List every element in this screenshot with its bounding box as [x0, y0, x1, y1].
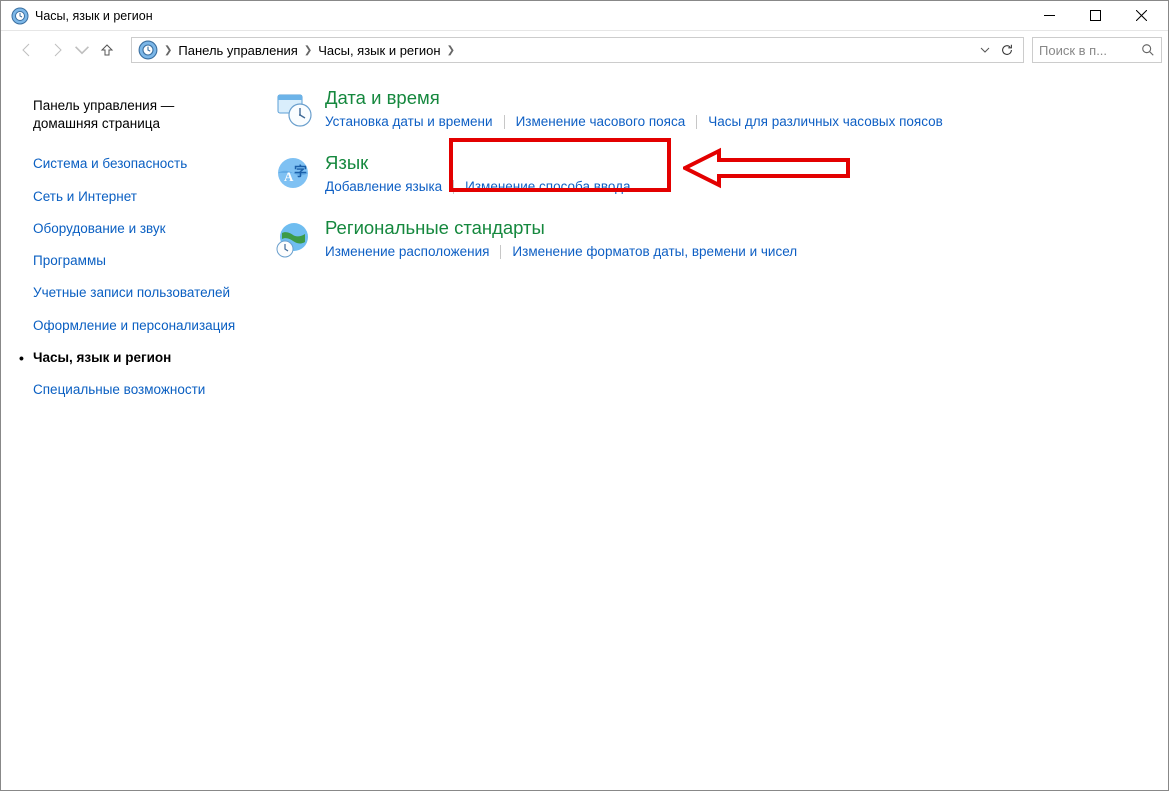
back-button[interactable] [13, 36, 41, 64]
window-title: Часы, язык и регион [35, 9, 153, 23]
chevron-right-icon[interactable]: ❯ [164, 45, 172, 56]
minimize-button[interactable] [1026, 1, 1072, 31]
chevron-right-icon[interactable]: ❯ [304, 45, 312, 56]
address-icon [138, 40, 158, 60]
up-button[interactable] [93, 36, 121, 64]
search-box[interactable] [1032, 37, 1162, 63]
category-date-time: Дата и время Установка даты и времени Из… [273, 87, 1148, 130]
title-bar: Часы, язык и регион [1, 1, 1168, 31]
sidebar-item-accessibility[interactable]: Специальные возможности [33, 381, 241, 399]
category-title-date-time[interactable]: Дата и время [325, 87, 943, 109]
chevron-right-icon[interactable]: ❯ [447, 45, 455, 56]
close-button[interactable] [1118, 1, 1164, 31]
navigation-bar: ❯ Панель управления ❯ Часы, язык и регио… [1, 31, 1168, 69]
maximize-button[interactable] [1072, 1, 1118, 31]
sidebar-home[interactable]: Панель управления — домашняя страница [33, 97, 241, 133]
link-change-formats[interactable]: Изменение форматов даты, времени и чисел [512, 243, 797, 260]
link-set-date-time[interactable]: Установка даты и времени [325, 113, 493, 130]
divider [500, 245, 501, 259]
globe-language-icon: A 字 [273, 154, 313, 194]
sidebar-item-network[interactable]: Сеть и Интернет [33, 188, 241, 206]
search-input[interactable] [1039, 43, 1141, 58]
sidebar-item-system[interactable]: Система и безопасность [33, 155, 241, 173]
divider [504, 115, 505, 129]
address-history-dropdown[interactable] [975, 40, 995, 60]
link-additional-clocks[interactable]: Часы для различных часовых поясов [708, 113, 943, 130]
sidebar: Панель управления — домашняя страница Си… [1, 69, 253, 788]
refresh-button[interactable] [997, 40, 1017, 60]
sidebar-item-hardware[interactable]: Оборудование и звук [33, 220, 241, 238]
sidebar-item-appearance[interactable]: Оформление и персонализация [33, 317, 241, 335]
sidebar-item-clock-lang-region[interactable]: Часы, язык и регион [33, 349, 241, 367]
globe-region-icon [273, 219, 313, 259]
content-area: Дата и время Установка даты и времени Из… [253, 69, 1168, 788]
category-language: A 字 Язык Добавление языка Изменение спос… [273, 152, 1148, 195]
body: Панель управления — домашняя страница Си… [1, 69, 1168, 788]
forward-button[interactable] [43, 36, 71, 64]
clock-icon [273, 89, 313, 129]
window-controls [1026, 1, 1164, 31]
category-title-region[interactable]: Региональные стандарты [325, 217, 797, 239]
app-icon [11, 7, 29, 25]
breadcrumb-root[interactable]: Панель управления [174, 43, 301, 58]
search-icon [1141, 43, 1155, 57]
sidebar-item-accounts[interactable]: Учетные записи пользователей [33, 284, 241, 302]
link-change-location[interactable]: Изменение расположения [325, 243, 489, 260]
address-bar[interactable]: ❯ Панель управления ❯ Часы, язык и регио… [131, 37, 1024, 63]
svg-text:A: A [284, 169, 294, 184]
divider [696, 115, 697, 129]
link-change-timezone[interactable]: Изменение часового пояса [516, 113, 686, 130]
category-title-language[interactable]: Язык [325, 152, 631, 174]
link-change-input-method[interactable]: Изменение способа ввода [465, 178, 630, 195]
svg-text:字: 字 [294, 164, 307, 179]
divider [453, 180, 454, 194]
breadcrumb-current[interactable]: Часы, язык и регион [314, 43, 444, 58]
category-region: Региональные стандарты Изменение располо… [273, 217, 1148, 260]
recent-dropdown-button[interactable] [73, 36, 91, 64]
link-add-language[interactable]: Добавление языка [325, 178, 442, 195]
sidebar-item-programs[interactable]: Программы [33, 252, 241, 270]
